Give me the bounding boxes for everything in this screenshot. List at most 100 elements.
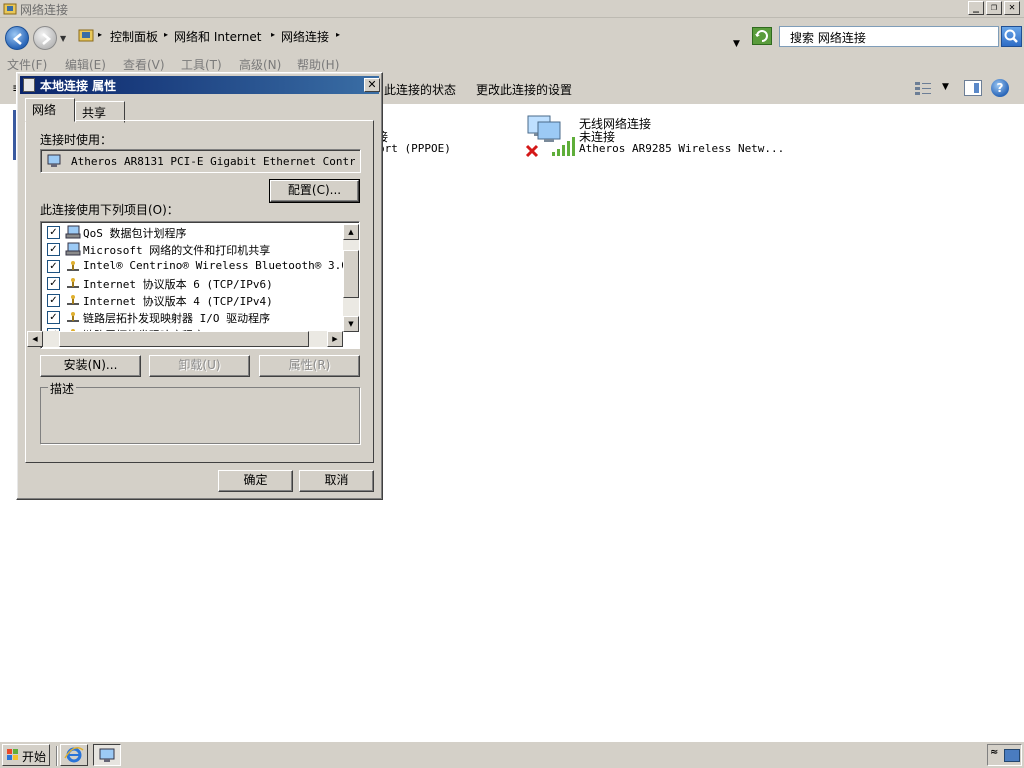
restore-button[interactable]: ❐: [986, 1, 1002, 15]
forward-button[interactable]: [33, 26, 57, 50]
search-button[interactable]: [1001, 26, 1022, 47]
item-label: QoS 数据包计划程序: [83, 227, 187, 240]
configure-button[interactable]: 配置(C)...: [269, 179, 360, 203]
network-service-icon: [65, 242, 81, 256]
refresh-button[interactable]: [752, 27, 772, 45]
command-change-settings[interactable]: 更改此连接的设置: [476, 81, 572, 98]
item-label: Microsoft 网络的文件和打印机共享: [83, 244, 271, 257]
items-label: 此连接使用下列项目(O)：: [40, 203, 179, 217]
list-item[interactable]: ✓ Intel® Centrino® Wireless Bluetooth® 3…: [47, 258, 359, 275]
menu-bar: 文件(F) 编辑(E) 查看(V) 工具(T) 高级(N) 帮助(H): [0, 54, 1024, 73]
connection-items-list[interactable]: ✓ QoS 数据包计划程序 ✓ Microsoft 网络的文件和打印机共享 ✓ …: [40, 221, 360, 349]
item-checkbox[interactable]: ✓: [47, 260, 60, 273]
address-history-dropdown-icon[interactable]: ▼: [733, 39, 740, 49]
item-checkbox[interactable]: ✓: [47, 243, 60, 256]
scroll-up-icon[interactable]: ▲: [343, 224, 359, 240]
list-item[interactable]: ✓ Internet 协议版本 4 (TCP/IPv4): [47, 292, 337, 309]
taskbar-ie-button[interactable]: [60, 744, 88, 766]
menu-advanced[interactable]: 高级(N): [239, 56, 281, 73]
help-icon[interactable]: ?: [991, 79, 1009, 97]
item-label: Internet 协议版本 4 (TCP/IPv4): [83, 295, 273, 308]
connect-using-label: 连接时使用：: [40, 133, 113, 147]
adapter-name: Atheros AR8131 PCI-E Gigabit Ethernet Co…: [71, 155, 355, 168]
items-horizontal-scrollbar[interactable]: ◀ ▶: [27, 331, 343, 347]
wireless-adapter-name: Atheros AR9285 Wireless Netw...: [579, 142, 785, 155]
search-placeholder: 搜索 网络连接: [790, 31, 866, 45]
taskbar-separator: [56, 746, 58, 766]
crumb-separator-icon[interactable]: ▸: [271, 30, 275, 39]
crumb-separator-icon[interactable]: ▸: [336, 30, 340, 39]
network-tray-icon[interactable]: [1004, 749, 1020, 762]
item-checkbox[interactable]: ✓: [47, 311, 60, 324]
close-button[interactable]: ✕: [1004, 1, 1020, 15]
scroll-right-icon[interactable]: ▶: [327, 331, 343, 347]
list-item[interactable]: ✓ Internet 协议版本 6 (TCP/IPv6): [47, 275, 337, 292]
scroll-left-icon[interactable]: ◀: [27, 331, 43, 347]
dialog-close-button[interactable]: ✕: [364, 78, 380, 92]
recent-pages-chevron-icon[interactable]: ▼: [60, 34, 66, 43]
protocol-icon: [67, 278, 79, 288]
dialog-title-bar[interactable]: 本地连接 属性 ✕: [20, 76, 380, 94]
menu-view[interactable]: 查看(V): [123, 56, 165, 73]
back-button[interactable]: [5, 26, 29, 50]
ok-button[interactable]: 确定: [218, 470, 293, 492]
menu-tools[interactable]: 工具(T): [181, 56, 222, 73]
menu-help[interactable]: 帮助(H): [297, 56, 339, 73]
command-view-status[interactable]: 此连接的状态: [384, 81, 456, 98]
breadcrumb-network-connections[interactable]: 网络连接: [281, 28, 329, 45]
protocol-icon: [67, 261, 79, 271]
notification-area[interactable]: ≈: [987, 744, 1022, 766]
network-service-icon: [65, 225, 81, 239]
ie-icon: [64, 747, 84, 763]
forward-arrow-icon: [42, 33, 52, 45]
breadcrumb-network-internet[interactable]: 网络和 Internet: [174, 28, 261, 45]
address-bar[interactable]: ▸ 控制面板 ▸ 网络和 Internet ▸ 网络连接 ▸ ▼: [74, 25, 748, 49]
wireless-network-icon[interactable]: [524, 112, 576, 160]
start-button[interactable]: 开始: [2, 744, 50, 766]
taskbar-network-connections-button[interactable]: [93, 744, 121, 766]
items-vertical-scrollbar[interactable]: ▲ ▼: [343, 224, 359, 332]
crumb-separator-icon[interactable]: ▸: [164, 30, 168, 39]
preview-pane-icon[interactable]: [964, 80, 982, 96]
crumb-separator-icon[interactable]: ▸: [98, 30, 102, 39]
adapter-field: Atheros AR8131 PCI-E Gigabit Ethernet Co…: [40, 149, 361, 173]
refresh-icon: [755, 30, 768, 42]
tab-network[interactable]: 网络: [25, 98, 75, 122]
list-item[interactable]: ✓ Microsoft 网络的文件和打印机共享: [47, 241, 337, 258]
menu-edit[interactable]: 编辑(E): [65, 56, 106, 73]
back-arrow-icon: [12, 33, 22, 45]
network-folder-icon: [99, 748, 115, 762]
breadcrumb-control-panel[interactable]: 控制面板: [110, 28, 158, 45]
menu-file[interactable]: 文件(F): [7, 56, 47, 73]
description-group: [40, 387, 360, 444]
nic-icon: [47, 154, 61, 167]
item-checkbox[interactable]: ✓: [47, 277, 60, 290]
list-item[interactable]: ✓ 链路层拓扑发现映射器 I/O 驱动程序: [47, 309, 337, 326]
dialog-title: 本地连接 属性: [40, 79, 117, 93]
taskbar: 开始 ≈: [0, 741, 1024, 768]
windows-flag-icon: [7, 749, 18, 760]
network-folder-icon: [78, 29, 94, 42]
install-button[interactable]: 安装(N)...: [40, 355, 141, 377]
properties-button[interactable]: 属性(R): [259, 355, 360, 377]
horizontal-scroll-thumb[interactable]: [59, 331, 309, 347]
item-label: Intel® Centrino® Wireless Bluetooth® 3.0…: [83, 259, 360, 272]
start-label: 开始: [22, 750, 47, 764]
description-legend: 描述: [48, 380, 77, 397]
item-checkbox[interactable]: ✓: [47, 226, 60, 239]
network-folder-icon: [3, 3, 17, 15]
view-options-dropdown-icon[interactable]: ▼: [942, 82, 949, 92]
show-hidden-icons-icon[interactable]: ≈: [990, 747, 998, 758]
uninstall-button[interactable]: 卸载(U): [149, 355, 250, 377]
cancel-button[interactable]: 取消: [299, 470, 374, 492]
change-view-icon[interactable]: [914, 80, 932, 96]
item-checkbox[interactable]: ✓: [47, 294, 60, 307]
list-item[interactable]: ✓ QoS 数据包计划程序: [47, 224, 337, 241]
nic-icon: [23, 78, 35, 92]
scroll-down-icon[interactable]: ▼: [343, 316, 359, 332]
vertical-scroll-thumb[interactable]: [343, 250, 359, 298]
window-title: 网络连接: [20, 3, 69, 17]
minimize-button[interactable]: _: [968, 1, 984, 15]
connection-device-partial: ort (PPPOE): [378, 142, 451, 155]
search-input[interactable]: 搜索 网络连接: [779, 26, 999, 47]
